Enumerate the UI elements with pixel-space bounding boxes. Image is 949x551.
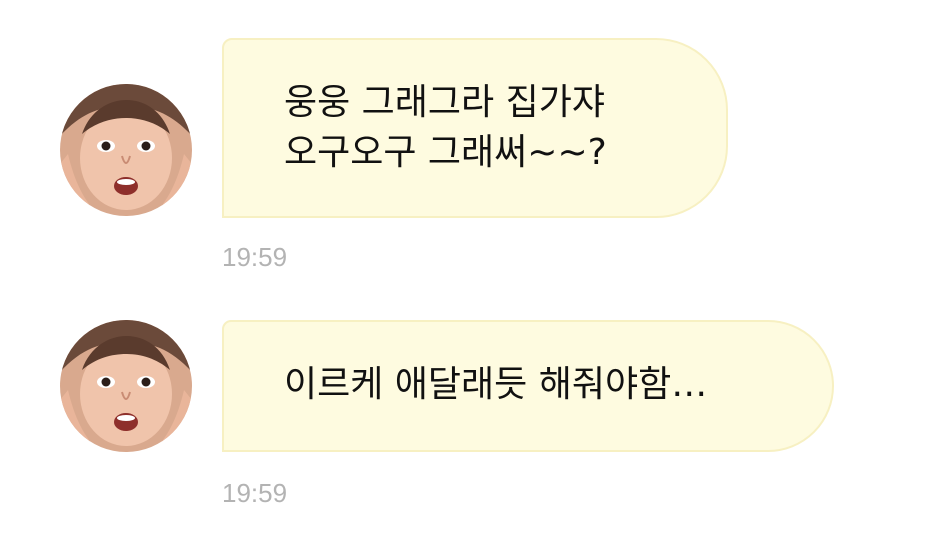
sender-avatar[interactable] — [60, 320, 192, 452]
message-text-line: 오구오구 그래써~~? — [284, 132, 607, 173]
chat-window: 웅웅 그래그라 집가쟈 오구오구 그래써~~? 19:59 이르케 애달래듯 해… — [0, 0, 949, 551]
message-bubble[interactable]: 웅웅 그래그라 집가쟈 오구오구 그래써~~? — [222, 38, 728, 218]
message-bubble[interactable]: 이르케 애달래듯 해줘야함… — [222, 320, 834, 452]
message-text-line: 웅웅 그래그라 집가쟈 — [284, 82, 605, 123]
message-timestamp: 19:59 — [222, 478, 288, 508]
sender-avatar[interactable] — [60, 84, 192, 216]
message-timestamp: 19:59 — [222, 242, 288, 272]
message-text-line: 이르케 애달래듯 해줘야함… — [284, 364, 708, 405]
avatar-photo-icon — [60, 84, 192, 216]
avatar-photo-icon — [60, 320, 192, 452]
